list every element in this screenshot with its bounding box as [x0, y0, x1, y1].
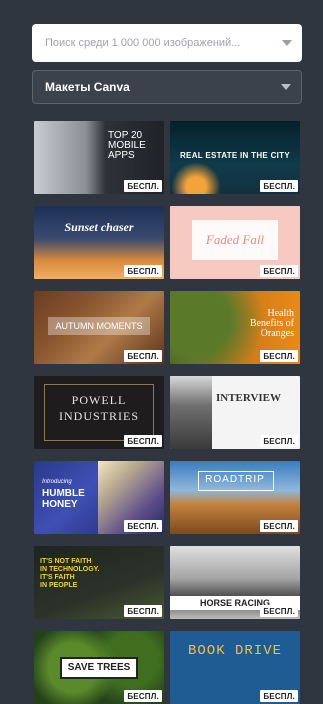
search-placeholder: Поиск среди 1 000 000 изображений...	[45, 37, 241, 49]
sidebar-panel: Поиск среди 1 000 000 изображений... Мак…	[32, 24, 302, 104]
template-card[interactable]: Sunset chaser БЕСПЛ.	[34, 206, 164, 279]
template-title-line: IT'S FAITH	[40, 574, 75, 581]
template-card[interactable]: POWELL INDUSTRIES БЕСПЛ.	[34, 376, 164, 449]
template-card[interactable]: BOOK DRIVE БЕСПЛ.	[170, 631, 300, 704]
template-title-line: REAL ESTATE IN THE CITY	[179, 151, 291, 160]
free-badge: БЕСПЛ.	[260, 350, 298, 362]
template-title-line: INTERVIEW	[216, 392, 282, 404]
template-title-line: Oranges	[260, 328, 294, 339]
template-title-line: Sunset chaser	[64, 220, 134, 234]
search-input[interactable]: Поиск среди 1 000 000 изображений...	[32, 24, 302, 62]
free-badge: БЕСПЛ.	[124, 180, 162, 192]
template-title-line: SAVE TREES	[67, 662, 131, 673]
portrait-image	[170, 376, 212, 449]
template-card[interactable]: AUTUMN MOMENTS БЕСПЛ.	[34, 291, 164, 364]
free-badge: БЕСПЛ.	[260, 265, 298, 277]
free-badge: БЕСПЛ.	[124, 350, 162, 362]
template-card[interactable]: SAVE TREES БЕСПЛ.	[34, 631, 164, 704]
template-card[interactable]: Introducing HUMBLE HONEY БЕСПЛ.	[34, 461, 164, 534]
chevron-down-icon[interactable]	[282, 40, 292, 46]
template-card[interactable]: ROADTRIP БЕСПЛ.	[170, 461, 300, 534]
template-card[interactable]: IT'S NOT FAITH IN TECHNOLOGY. IT'S FAITH…	[34, 546, 164, 619]
templates-filter-select[interactable]: Макеты Canva	[32, 70, 302, 104]
template-title-line: ROADTRIP	[205, 474, 265, 485]
template-title-line: APPS	[108, 150, 135, 161]
template-title-line: BOOK DRIVE	[187, 643, 282, 659]
template-card[interactable]: HORSE RACING БЕСПЛ.	[170, 546, 300, 619]
free-badge: БЕСПЛ.	[260, 180, 298, 192]
filter-value: Макеты Canva	[45, 80, 130, 94]
free-badge: БЕСПЛ.	[124, 605, 162, 617]
template-title-line: HONEY	[42, 499, 78, 510]
template-title-line: Introducing	[42, 479, 72, 485]
free-badge: БЕСПЛ.	[124, 265, 162, 277]
free-badge: БЕСПЛ.	[124, 690, 162, 702]
template-card[interactable]: Faded Fall БЕСПЛ.	[170, 206, 300, 279]
template-title-line: AUTUMN MOMENTS	[55, 321, 143, 331]
free-badge: БЕСПЛ.	[260, 605, 298, 617]
template-card[interactable]: INTERVIEW БЕСПЛ.	[170, 376, 300, 449]
template-card[interactable]: TOP 20 MOBILE APPS БЕСПЛ.	[34, 121, 164, 194]
template-title-line: Faded Fall	[205, 232, 265, 247]
free-badge: БЕСПЛ.	[124, 435, 162, 447]
template-title-line: INDUSTRIES	[58, 409, 139, 423]
free-badge: БЕСПЛ.	[124, 520, 162, 532]
chevron-down-icon	[281, 84, 291, 90]
free-badge: БЕСПЛ.	[260, 520, 298, 532]
template-title-line: IN PEOPLE	[40, 582, 78, 589]
template-title-line: HUMBLE	[42, 488, 85, 499]
template-title-line: IT'S NOT FAITH	[40, 558, 92, 565]
template-title-line: IN TECHNOLOGY.	[40, 566, 100, 573]
free-badge: БЕСПЛ.	[260, 435, 298, 447]
template-title-line: POWELL	[71, 393, 127, 407]
template-card[interactable]: REAL ESTATE IN THE CITY БЕСПЛ.	[170, 121, 300, 194]
free-badge: БЕСПЛ.	[260, 690, 298, 702]
template-card[interactable]: Health Benefits of Oranges БЕСПЛ.	[170, 291, 300, 364]
template-grid: TOP 20 MOBILE APPS БЕСПЛ. REAL ESTATE IN…	[34, 121, 300, 704]
